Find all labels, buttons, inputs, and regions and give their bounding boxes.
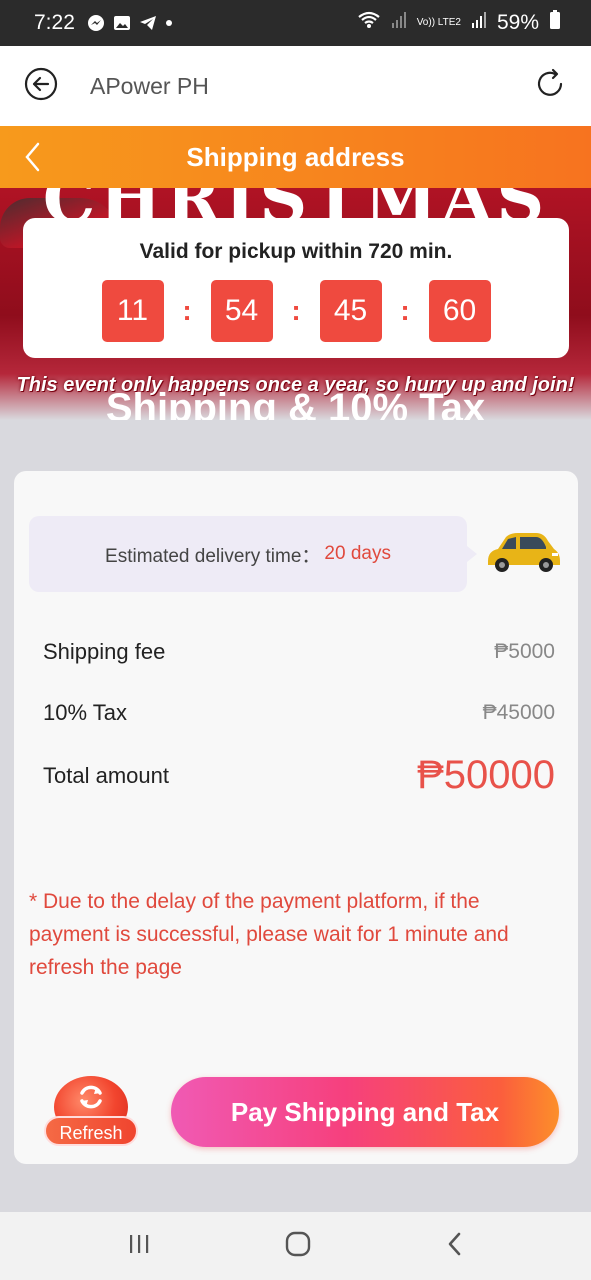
signal-icon xyxy=(391,11,407,35)
car-icon xyxy=(482,527,562,582)
payment-delay-notice: * Due to the delay of the payment platfo… xyxy=(29,890,509,979)
battery-percent: 59% xyxy=(496,11,539,34)
system-nav-bar xyxy=(0,1212,591,1280)
gallery-icon xyxy=(113,15,131,31)
shipping-fee-label: Shipping fee xyxy=(43,639,166,664)
payment-card: Estimated delivery time： 20 days Shippin… xyxy=(14,471,578,1164)
total-label: Total amount xyxy=(43,762,169,788)
battery-icon xyxy=(549,10,561,36)
tax-row: 10% Tax ₱45000 xyxy=(43,700,555,726)
shipping-fee-row: Shipping fee ₱5000 xyxy=(43,639,555,665)
wifi-icon xyxy=(357,11,381,35)
dot-icon xyxy=(165,19,173,27)
app-title: APower PH xyxy=(90,72,209,99)
countdown-timer: 11 : 54 : 45 : 60 xyxy=(23,280,569,342)
delivery-label: Estimated delivery time： xyxy=(105,545,321,567)
refresh-button[interactable]: Refresh xyxy=(44,1076,140,1148)
page-header: Shipping address xyxy=(0,126,591,188)
messenger-icon xyxy=(87,14,105,32)
christmas-banner: CHRISTMAS Valid for pickup within 720 mi… xyxy=(0,188,591,420)
section-title: Shipping & 10% Tax xyxy=(105,386,486,420)
status-bar: 7:22 Vo)) LTE2 59% xyxy=(0,0,591,46)
chevron-left-icon[interactable] xyxy=(22,140,42,179)
total-row: Total amount ₱50000 xyxy=(43,753,555,798)
countdown-milliseconds: 60 xyxy=(428,280,491,342)
tax-label: 10% Tax xyxy=(43,700,127,725)
app-header: APower PH xyxy=(0,46,591,126)
tax-value: ₱45000 xyxy=(482,701,555,724)
status-time: 7:22 xyxy=(34,11,75,34)
page-title: Shipping address xyxy=(186,141,405,172)
delivery-estimate: Estimated delivery time： 20 days xyxy=(29,516,477,592)
countdown-seconds: 45 xyxy=(319,280,382,342)
countdown-separator: : xyxy=(400,295,410,326)
total-value: ₱50000 xyxy=(417,753,555,797)
signal-icon-2 xyxy=(471,11,487,35)
back-circle-icon[interactable] xyxy=(24,67,58,106)
refresh-label: Refresh xyxy=(44,1116,138,1146)
countdown-card: Valid for pickup within 720 min. 11 : 54… xyxy=(23,218,569,358)
countdown-separator: : xyxy=(182,295,192,326)
refresh-icon xyxy=(76,1084,106,1115)
network-label: Vo)) LTE2 xyxy=(416,17,461,28)
countdown-hours: 11 xyxy=(101,280,164,342)
shipping-fee-value: ₱5000 xyxy=(494,640,555,663)
valid-pickup-text: Valid for pickup within 720 min. xyxy=(139,240,453,263)
recents-icon[interactable] xyxy=(127,1232,151,1261)
countdown-separator: : xyxy=(291,295,301,326)
pay-shipping-tax-button[interactable]: Pay Shipping and Tax xyxy=(171,1077,559,1147)
reload-icon[interactable] xyxy=(533,67,567,106)
delivery-days: 20 days xyxy=(324,543,391,564)
countdown-minutes: 54 xyxy=(210,280,273,342)
telegram-icon xyxy=(139,15,157,31)
home-icon[interactable] xyxy=(285,1231,311,1262)
back-icon[interactable] xyxy=(446,1231,464,1262)
